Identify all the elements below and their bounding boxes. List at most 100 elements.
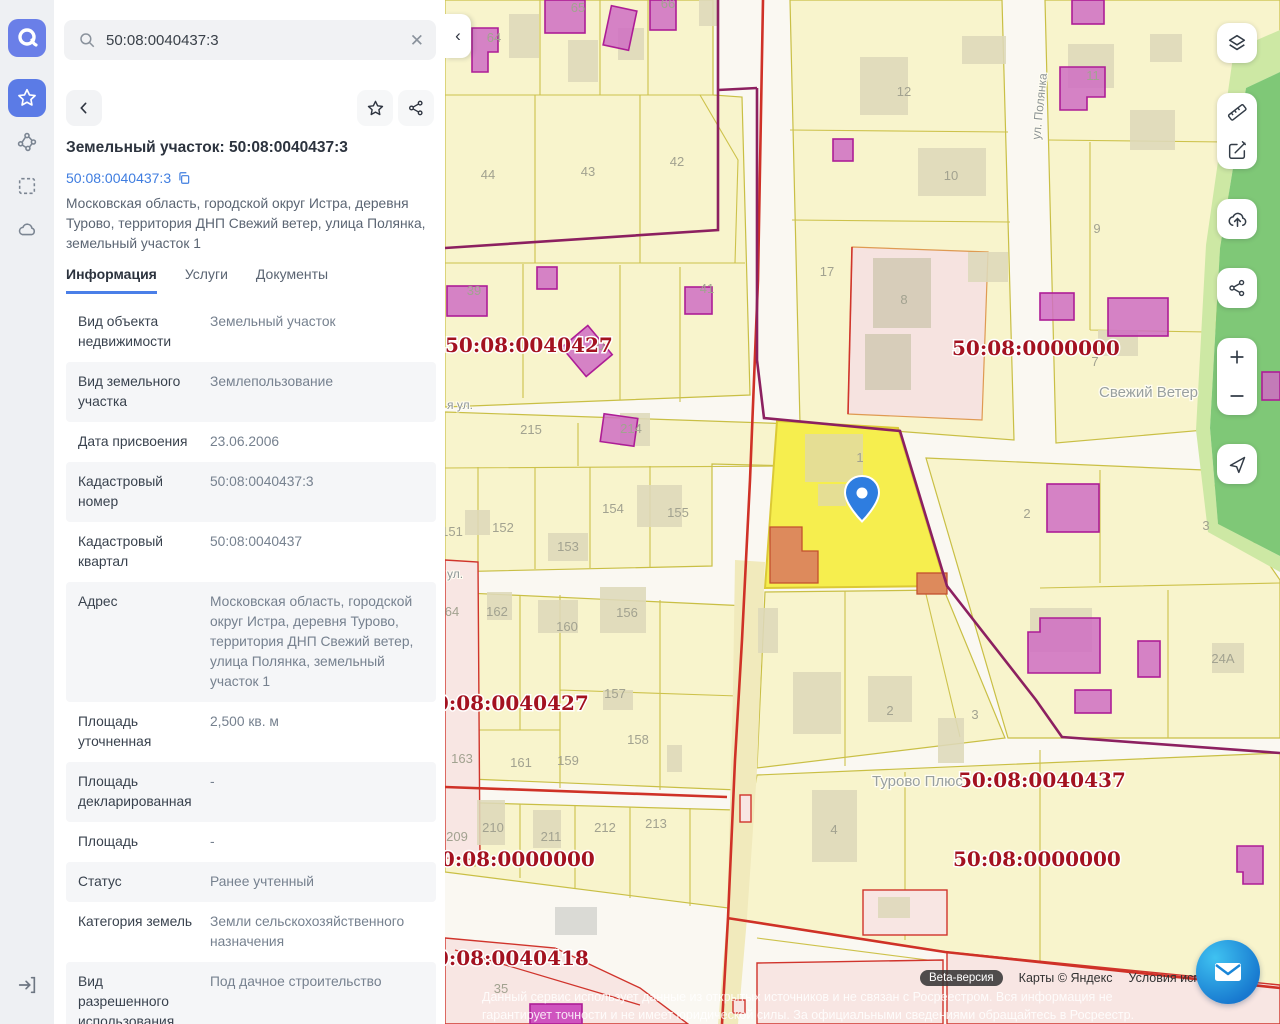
info-row-label: Вид земельного участка xyxy=(78,372,196,412)
quarter-lbl: 50:08:0040427 xyxy=(445,691,589,715)
info-row-value: Под дачное строительство xyxy=(210,972,428,1024)
tab-documents[interactable]: Документы xyxy=(256,266,328,294)
info-row: Вид разрешенного использования Под дачное… xyxy=(66,962,436,1024)
parcel-num: 215 xyxy=(520,422,542,437)
info-row-label: Категория земель xyxy=(78,912,196,952)
parcel-num: 41 xyxy=(700,281,714,296)
place-lbl: Свежий Ветер xyxy=(1099,384,1198,401)
parcel-num: 64 xyxy=(487,30,501,45)
map-disclaimer: Данный сервис использует данные из откры… xyxy=(482,988,1182,1024)
info-row-label: Адрес xyxy=(78,592,196,692)
favorite-button[interactable] xyxy=(357,90,393,126)
info-row-label: Кадастровый номер xyxy=(78,472,196,512)
info-row-value: 23.06.2006 xyxy=(210,432,428,452)
info-row: Кадастровый номер 50:08:0040437:3 xyxy=(66,462,436,522)
chat-button[interactable] xyxy=(1196,940,1260,1004)
parcel-num: 2 xyxy=(1023,506,1030,521)
layers-button[interactable] xyxy=(1217,23,1257,63)
info-row: Площадь- xyxy=(66,822,436,862)
info-row-value: 50:08:0040437:3 xyxy=(210,472,428,512)
info-row: Дата присвоения 23.06.2006 xyxy=(66,422,436,462)
quarter-lbl: 50:08:0000000 xyxy=(445,847,595,871)
sidebar-item-objects[interactable] xyxy=(8,123,46,161)
info-row: Категория земель Земли сельскохозяйственн… xyxy=(66,902,436,962)
star-icon xyxy=(366,99,385,118)
parcel-num: 152 xyxy=(492,520,514,535)
info-row-label: Статус xyxy=(78,872,196,892)
info-row-label: Площадь xyxy=(78,832,196,852)
info-row: Площадь уточненная2,500 кв. м xyxy=(66,702,436,762)
parcel-num: 211 xyxy=(541,829,562,844)
upload-button[interactable] xyxy=(1217,199,1257,239)
icon-rail xyxy=(0,0,54,1024)
sidebar-item-select-area[interactable] xyxy=(8,167,46,205)
zoom-controls xyxy=(1217,338,1257,415)
close-icon[interactable]: ✕ xyxy=(410,32,424,49)
info-row-value: - xyxy=(210,772,428,812)
parcel-num: 44 xyxy=(481,167,495,182)
search-bar[interactable]: ✕ xyxy=(64,20,436,60)
sidebar-item-favorites[interactable] xyxy=(8,79,46,117)
info-row: АдресМосковская область, городской округ… xyxy=(66,582,436,702)
zoom-out-icon[interactable] xyxy=(1227,386,1247,406)
parcel-num: 24А xyxy=(1211,651,1234,666)
edit-icon[interactable] xyxy=(1226,139,1248,161)
locate-icon xyxy=(1227,454,1248,475)
logout-icon[interactable] xyxy=(8,966,46,1004)
info-row: Вид земельного участкаЗемлепользование xyxy=(66,362,436,422)
quarter-lbl: 50:08:0040427 xyxy=(445,333,613,357)
parcel-num: 9 xyxy=(1093,221,1100,236)
street-lbl: я ул. xyxy=(447,398,473,412)
parcel-num: 158 xyxy=(627,732,649,747)
share-icon xyxy=(407,99,425,117)
copy-icon[interactable] xyxy=(177,171,191,185)
parcel-num: 8 xyxy=(900,292,907,307)
tab-information[interactable]: Информация xyxy=(66,266,157,294)
info-row-value: Земельный участок xyxy=(210,312,428,352)
map-copyright[interactable]: Карты © Яндекс xyxy=(1019,971,1113,985)
parcel-num: 39 xyxy=(467,283,481,298)
parcel-num: 12 xyxy=(897,84,911,99)
cloud-upload-icon xyxy=(1226,208,1249,231)
object-address: Московская область, городской округ Истр… xyxy=(66,194,434,254)
tab-services[interactable]: Услуги xyxy=(185,266,228,294)
parcel-num: 66 xyxy=(661,0,675,11)
parcel-num: 151 xyxy=(445,524,463,539)
parcel-num: 209 xyxy=(446,829,468,844)
app-logo-icon[interactable] xyxy=(8,19,46,57)
sidebar-item-layers-cloud[interactable] xyxy=(8,211,46,249)
parcel-num: 43 xyxy=(581,164,595,179)
quarter-lbl: 50:08:0000000 xyxy=(953,847,1121,871)
info-row-value: 50:08:0040437 xyxy=(210,532,428,572)
share-button[interactable] xyxy=(398,90,434,126)
parcel-num: 157 xyxy=(604,686,626,701)
info-row-label: Вид разрешенного использования xyxy=(78,972,196,1024)
panel-collapse-button[interactable]: ‹ xyxy=(445,14,471,58)
map-canvas[interactable]: 6465664443423940411210119178721521415115… xyxy=(445,0,1280,1024)
parcel-num: 65 xyxy=(571,0,585,15)
cadastral-number-link[interactable]: 50:08:0040437:3 xyxy=(66,170,191,186)
locate-button[interactable] xyxy=(1217,444,1257,484)
parcel-num: 213 xyxy=(645,816,667,831)
parcel-num: 154 xyxy=(602,501,624,516)
parcel-num: 3 xyxy=(1202,518,1209,533)
quarter-lbl: 50:08:0040437 xyxy=(958,768,1126,792)
search-input[interactable] xyxy=(104,31,410,50)
envelope-icon xyxy=(1211,955,1245,989)
quarter-lbl: 50:08:0000000 xyxy=(952,336,1120,360)
parcel-num: 155 xyxy=(667,505,689,520)
back-button[interactable] xyxy=(66,90,102,126)
parcel-num: 153 xyxy=(557,539,579,554)
ruler-icon[interactable] xyxy=(1226,101,1248,123)
parcel-num: 64 xyxy=(445,604,459,619)
zoom-in-icon[interactable] xyxy=(1227,347,1247,367)
parcel-num: 2 xyxy=(886,703,893,718)
info-row-value: - xyxy=(210,832,428,852)
object-panel: ✕ Земельный участок: 50:08:0040437:3 50:… xyxy=(54,0,445,1024)
info-row-value: Земли сельскохозяйственного назначения xyxy=(210,912,428,952)
info-row-label: Дата присвоения xyxy=(78,432,196,452)
measure-edit-group xyxy=(1217,93,1257,169)
info-row: Кадастровый квартал50:08:0040437 xyxy=(66,522,436,582)
map-share-button[interactable] xyxy=(1217,268,1257,308)
parcel-num: 3 xyxy=(971,707,978,722)
